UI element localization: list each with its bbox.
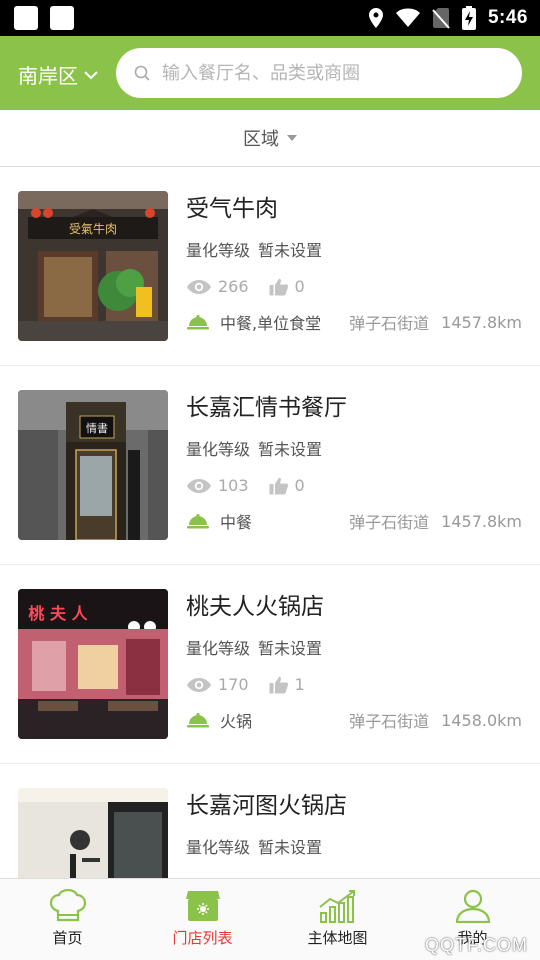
photo-sign-text: 情書 xyxy=(86,421,108,435)
tab-store-list[interactable]: 门店列表 xyxy=(135,879,270,960)
cloche-icon xyxy=(187,315,209,330)
restaurant-name: 桃夫人火锅店 xyxy=(186,594,324,620)
user-icon xyxy=(455,889,490,923)
region-filter-label: 区域 xyxy=(243,129,279,150)
level-label: 量化等级 xyxy=(186,440,251,459)
distance-text: 1457.8km xyxy=(441,511,522,531)
cloche-icon xyxy=(187,713,209,728)
cloche-icon xyxy=(187,514,209,529)
header: 南岸区 xyxy=(0,36,540,110)
like-count: 1 xyxy=(294,675,305,694)
view-count: 103 xyxy=(218,476,249,495)
level-label: 量化等级 xyxy=(186,241,251,260)
restaurant-item[interactable]: 受氣牛肉 受气牛肉 量化等级 暂未设置 266 0 中餐,单位食堂 弹子石街道 … xyxy=(0,167,540,366)
thumbs-up-icon xyxy=(269,477,288,494)
level-value: 暂未设置 xyxy=(258,241,323,260)
notification-icon xyxy=(50,6,74,30)
search-bar[interactable] xyxy=(116,48,522,98)
restaurant-item[interactable]: 桃 夫 人 桃夫人火锅店 量化等级 暂未设置 170 1 火锅 弹子石街道 14… xyxy=(0,565,540,764)
tab-home[interactable]: 首页 xyxy=(0,879,135,960)
tab-home-label: 首页 xyxy=(52,929,83,947)
bar-chart-icon xyxy=(318,890,355,923)
eye-icon xyxy=(187,478,211,493)
location-icon xyxy=(368,8,383,28)
category-text: 中餐,单位食堂 xyxy=(220,314,322,333)
clock: 5:46 xyxy=(487,7,528,28)
level-label: 量化等级 xyxy=(186,639,251,658)
caret-down-icon xyxy=(287,135,297,141)
category-text: 中餐 xyxy=(220,513,253,532)
photo-sign-text: 桃 夫 人 xyxy=(28,604,88,623)
distance-text: 1458.0km xyxy=(441,710,522,730)
like-count: 0 xyxy=(294,476,305,495)
watermark: QQTF.COM xyxy=(425,935,528,955)
notification-icon xyxy=(14,6,38,30)
search-input[interactable] xyxy=(162,62,502,84)
no-sim-icon xyxy=(432,8,450,29)
restaurant-photo: 桃 夫 人 xyxy=(18,589,168,739)
level-value: 暂未设置 xyxy=(258,440,323,459)
street-text: 弹子石街道 xyxy=(349,314,430,333)
search-icon xyxy=(134,65,150,81)
chevron-down-icon xyxy=(84,70,98,79)
restaurant-name: 受气牛肉 xyxy=(186,196,278,222)
level-value: 暂未设置 xyxy=(258,639,323,658)
wifi-icon xyxy=(395,8,420,27)
street-text: 弹子石街道 xyxy=(349,712,430,731)
view-count: 266 xyxy=(218,277,249,296)
thumbs-up-icon xyxy=(269,278,288,295)
region-filter[interactable]: 区域 xyxy=(243,125,297,151)
eye-icon xyxy=(187,279,211,294)
restaurant-item[interactable]: 情書 长嘉汇情书餐厅 量化等级 暂未设置 103 0 中餐 弹子石街道 1457… xyxy=(0,366,540,565)
restaurant-name: 长嘉汇情书餐厅 xyxy=(186,395,347,421)
restaurant-photo: 情書 xyxy=(18,390,168,540)
like-count: 0 xyxy=(294,277,305,296)
view-count: 170 xyxy=(218,675,249,694)
district-label: 南岸区 xyxy=(18,64,78,88)
thumbs-up-icon xyxy=(269,676,288,693)
status-bar: 5:46 xyxy=(0,0,540,36)
restaurant-photo xyxy=(18,788,168,878)
tab-map-label: 主体地图 xyxy=(307,929,368,947)
tab-map[interactable]: 主体地图 xyxy=(270,879,405,960)
photo-sign-text: 受氣牛肉 xyxy=(69,221,117,236)
tab-store-list-label: 门店列表 xyxy=(172,929,233,947)
district-selector[interactable]: 南岸区 xyxy=(18,60,98,89)
distance-text: 1457.8km xyxy=(441,312,522,332)
store-icon xyxy=(185,891,220,921)
battery-charging-icon xyxy=(461,6,476,30)
restaurant-photo: 受氣牛肉 xyxy=(18,191,168,341)
level-value: 暂未设置 xyxy=(258,838,323,857)
restaurant-item[interactable]: 长嘉河图火锅店 量化等级 暂未设置 xyxy=(0,764,540,878)
filter-bar: 区域 xyxy=(0,110,540,167)
restaurant-list[interactable]: 受氣牛肉 受气牛肉 量化等级 暂未设置 266 0 中餐,单位食堂 弹子石街道 … xyxy=(0,167,540,878)
eye-icon xyxy=(187,677,211,692)
level-label: 量化等级 xyxy=(186,838,251,857)
street-text: 弹子石街道 xyxy=(349,513,430,532)
restaurant-name: 长嘉河图火锅店 xyxy=(186,793,347,819)
category-text: 火锅 xyxy=(220,712,253,731)
chef-hat-icon xyxy=(49,889,86,922)
